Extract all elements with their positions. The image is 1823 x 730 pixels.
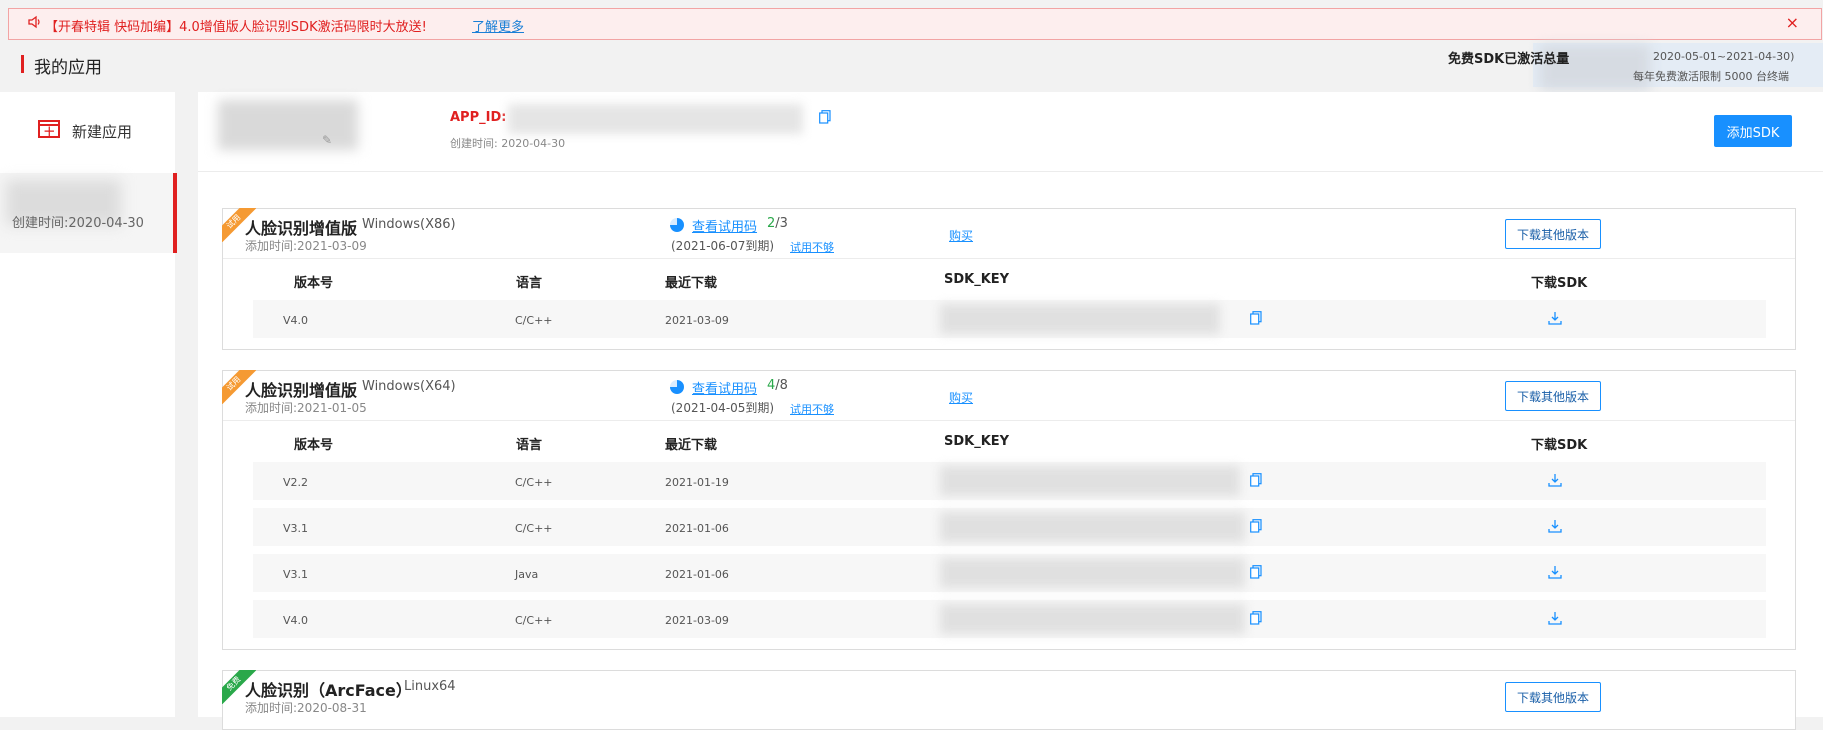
banner-text: 【开春特辑 快码加编】4.0增值版人脸识别SDK激活码限时大放送!: [45, 20, 427, 35]
cell-language: C/C++: [515, 522, 553, 535]
cell-version: V4.0: [283, 314, 309, 327]
stats-label: 免费SDK已激活总量: [1448, 52, 1570, 67]
copy-icon[interactable]: [1250, 565, 1262, 579]
col-language: 语言: [516, 438, 543, 453]
col-version: 版本号: [294, 276, 334, 291]
page-title-accent: [21, 55, 24, 73]
pie-icon: [670, 218, 684, 232]
banner-learn-more-link[interactable]: 了解更多: [472, 16, 524, 35]
col-sdk-key: SDK_KEY: [944, 434, 1010, 449]
col-download: 下载SDK: [1531, 276, 1588, 291]
cell-language: C/C++: [515, 314, 553, 327]
cell-version: V3.1: [283, 522, 309, 535]
card-platform: Windows(X86): [362, 217, 456, 232]
app-name-redacted: [218, 100, 358, 150]
col-last-download: 最近下载: [665, 276, 718, 291]
cell-last-download: 2021-01-19: [665, 476, 729, 489]
trial-expire: (2021-06-07到期): [671, 239, 775, 253]
pie-icon: [670, 380, 684, 394]
buy-link[interactable]: 购买: [949, 227, 973, 244]
download-other-versions-button[interactable]: 下载其他版本: [1505, 219, 1601, 249]
col-language: 语言: [516, 276, 543, 291]
close-icon[interactable]: ×: [1786, 13, 1799, 32]
cell-version: V3.1: [283, 568, 309, 581]
cell-last-download: 2021-03-09: [665, 614, 729, 627]
cell-language: C/C++: [515, 614, 553, 627]
cell-last-download: 2021-01-06: [665, 522, 729, 535]
copy-icon[interactable]: [1250, 473, 1262, 487]
copy-icon[interactable]: [1250, 611, 1262, 625]
sidebar-app-created: 创建时间:2020-04-30: [12, 216, 144, 231]
download-icon[interactable]: [1548, 473, 1562, 487]
view-trial-code-link[interactable]: 查看试用码: [692, 378, 757, 397]
appid-value-redacted: [508, 104, 803, 134]
col-download: 下载SDK: [1531, 438, 1588, 453]
copy-icon[interactable]: [819, 110, 831, 124]
stats-date-range: 2020-05-01~2021-04-30): [1653, 50, 1795, 63]
sdk-key-redacted: [940, 558, 1245, 588]
cell-last-download: 2021-03-09: [665, 314, 729, 327]
card-platform: Linux64: [404, 679, 456, 694]
card-added-time: 添加时间:2020-08-31: [245, 701, 367, 715]
trial-count: 4/8: [767, 378, 788, 393]
trial-expire: (2021-04-05到期): [671, 401, 775, 415]
card-added-time: 添加时间:2021-01-05: [245, 401, 367, 415]
col-version: 版本号: [294, 438, 334, 453]
trial-count: 2/3: [767, 216, 788, 231]
cell-last-download: 2021-01-06: [665, 568, 729, 581]
speaker-icon: [28, 15, 40, 29]
download-icon[interactable]: [1548, 565, 1562, 579]
buy-link[interactable]: 购买: [949, 389, 973, 406]
trial-not-enough-link[interactable]: 试用不够: [790, 239, 834, 255]
cell-language: Java: [515, 568, 539, 581]
download-other-versions-button[interactable]: 下载其他版本: [1505, 682, 1601, 712]
appid-label: APP_ID:: [450, 110, 507, 125]
sdk-key-redacted: [940, 304, 1220, 334]
edit-icon[interactable]: ✎: [322, 133, 332, 147]
card-title: 人脸识别增值版: [245, 219, 358, 238]
add-sdk-button[interactable]: 添加SDK: [1714, 115, 1792, 147]
col-last-download: 最近下载: [665, 438, 718, 453]
sdk-key-redacted: [940, 466, 1240, 496]
app-created: 创建时间: 2020-04-30: [450, 137, 566, 150]
plus-icon: +: [43, 122, 56, 140]
copy-icon[interactable]: [1250, 519, 1262, 533]
card-platform: Windows(X64): [362, 379, 456, 394]
stats-limit: 每年免费激活限制 5000 台终端: [1633, 70, 1789, 83]
copy-icon[interactable]: [1250, 311, 1262, 325]
cell-version: V4.0: [283, 614, 309, 627]
cell-version: V2.2: [283, 476, 309, 489]
sdk-key-redacted: [940, 604, 1245, 634]
sdk-key-redacted: [940, 512, 1245, 542]
page-title: 我的应用: [34, 58, 102, 78]
card-title: 人脸识别增值版: [245, 381, 358, 400]
download-icon[interactable]: [1548, 519, 1562, 533]
view-trial-code-link[interactable]: 查看试用码: [692, 216, 757, 235]
trial-not-enough-link[interactable]: 试用不够: [790, 401, 834, 417]
card-added-time: 添加时间:2021-03-09: [245, 239, 367, 253]
card-title: 人脸识别（ArcFace）: [245, 681, 412, 700]
cell-language: C/C++: [515, 476, 553, 489]
col-sdk-key: SDK_KEY: [944, 272, 1010, 287]
download-icon[interactable]: [1548, 311, 1562, 325]
download-other-versions-button[interactable]: 下载其他版本: [1505, 381, 1601, 411]
app-header: [198, 92, 1823, 172]
download-icon[interactable]: [1548, 611, 1562, 625]
new-app-label: 新建应用: [72, 123, 133, 141]
